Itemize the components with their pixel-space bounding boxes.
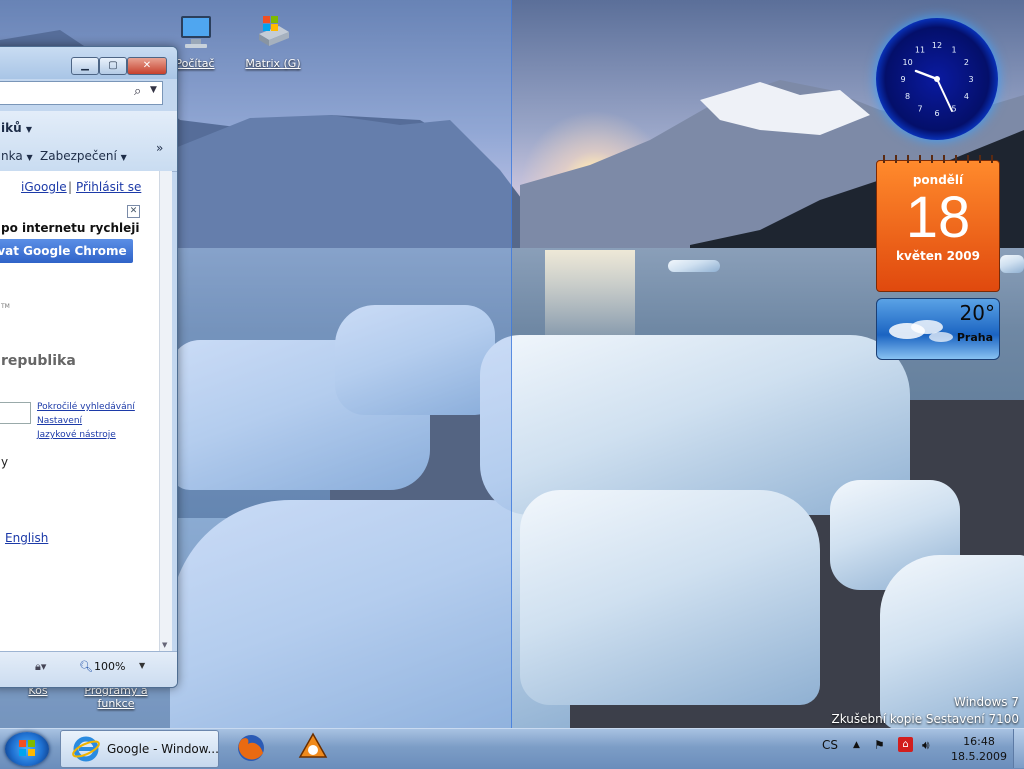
- security-menu[interactable]: Zabezpečení ▼: [40, 149, 127, 163]
- zoom-level[interactable]: 100%: [94, 660, 125, 673]
- language-indicator[interactable]: CS: [822, 738, 838, 752]
- calendar-gadget[interactable]: pondělí 18 květen 2009: [876, 155, 1000, 292]
- clock-numeral: 5: [951, 104, 956, 113]
- chevron-down-icon[interactable]: ▼: [150, 85, 157, 95]
- vertical-scrollbar[interactable]: ▼: [159, 171, 172, 651]
- start-button[interactable]: [5, 732, 49, 766]
- link-separator: |: [68, 180, 73, 194]
- minimize-icon: ▁: [81, 60, 89, 71]
- trademark-mark: TM: [1, 303, 10, 310]
- clock-numeral: 2: [964, 58, 969, 67]
- chevron-down-icon: ▼: [25, 125, 32, 134]
- window-titlebar[interactable]: ▁ ▢ ✕: [0, 47, 177, 79]
- clock-numeral: 8: [905, 92, 910, 101]
- desktop-icon-matrix-drive[interactable]: Matrix (G): [238, 12, 308, 70]
- search-box[interactable]: ⌕ ▼: [0, 81, 163, 105]
- watermark-build: Zkušební kopie Sestavení 7100: [831, 712, 1019, 726]
- maximize-button[interactable]: ▢: [99, 57, 127, 75]
- action-center-flag-icon[interactable]: ⚑: [874, 738, 885, 752]
- partial-text: y: [1, 455, 9, 469]
- google-region-label: republika: [1, 353, 76, 369]
- minimize-button[interactable]: ▁: [71, 57, 99, 75]
- clock-numeral: 10: [903, 58, 913, 67]
- weather-gadget[interactable]: 20° Praha: [876, 298, 1000, 360]
- antivirus-tray-icon[interactable]: ⌂: [898, 737, 913, 752]
- toolbar-overflow-button[interactable]: »: [156, 141, 163, 155]
- taskbar-clock[interactable]: 16:48 18.5.2009: [950, 734, 1008, 764]
- zoom-icon: 🔍︎: [79, 660, 93, 673]
- taskbar-task-firefox[interactable]: [224, 730, 278, 766]
- scroll-down-icon[interactable]: ▼: [162, 641, 167, 649]
- taskbar-task-internet-explorer[interactable]: Google - Window...: [60, 730, 219, 768]
- language-tools-link[interactable]: Jazykové nástroje: [37, 430, 116, 440]
- windows-logo-icon: [19, 740, 35, 756]
- taskbar-date: 18.5.2009: [951, 750, 1007, 763]
- clock-numeral: 1: [951, 46, 956, 55]
- clock-numeral: 11: [915, 46, 925, 55]
- english-link[interactable]: English: [5, 531, 48, 545]
- volume-icon[interactable]: 🔊︎: [922, 738, 930, 753]
- search-icon[interactable]: ⌕: [134, 84, 141, 99]
- promo-text: po internetu rychleji: [1, 221, 140, 235]
- command-bar: iků ▼ nka ▼ Zabezpečení ▼ »: [0, 111, 177, 172]
- close-promo-icon[interactable]: ✕: [127, 205, 140, 218]
- settings-link[interactable]: Nastavení: [37, 416, 82, 426]
- windows-build-watermark: Windows 7 Zkušební kopie Sestavení 7100: [831, 694, 1019, 728]
- signin-link[interactable]: Přihlásit se: [76, 180, 141, 194]
- clock-gadget[interactable]: 12 1 2 3 4 5 6 7 8 9 10 11: [876, 18, 998, 140]
- chrome-download-button[interactable]: vat Google Chrome: [0, 239, 133, 263]
- page-menu[interactable]: nka ▼: [1, 149, 33, 163]
- firefox-icon: [238, 735, 264, 761]
- favorites-menu[interactable]: iků ▼: [1, 121, 32, 135]
- taskbar-task-reason[interactable]: [286, 730, 340, 766]
- calendar-day-number: 18: [905, 185, 971, 250]
- browser-window[interactable]: ▁ ▢ ✕ ⌕ ▼ iků ▼ nka ▼ Zabezpečení ▼ » iG…: [0, 46, 178, 688]
- task-label: Google - Window...: [107, 742, 219, 756]
- close-icon: ✕: [142, 60, 152, 71]
- internet-explorer-icon: [72, 736, 100, 762]
- status-bar: 🔒︎▾ 🔍︎ 100% ▼: [0, 651, 177, 687]
- close-button[interactable]: ✕: [127, 57, 167, 75]
- ice-block: [668, 260, 720, 272]
- igoogle-link[interactable]: iGoogle: [21, 180, 67, 194]
- web-page: iGoogle | Přihlásit se ✕ po internetu ry…: [0, 171, 159, 651]
- maximize-icon: ▢: [108, 60, 118, 71]
- clock-numeral: 3: [968, 75, 973, 84]
- weather-temperature: 20°: [959, 301, 995, 325]
- weather-city: Praha: [956, 331, 993, 344]
- clock-face: 12 12 3 45 6 789 1011: [900, 41, 973, 118]
- network-drive-icon: [259, 16, 289, 46]
- chevron-down-icon: ▼: [26, 153, 33, 162]
- watermark-os: Windows 7: [953, 695, 1019, 709]
- clock-numeral: 12: [932, 41, 942, 50]
- protected-mode-icon[interactable]: 🔒︎▾: [35, 660, 46, 674]
- clock-numeral: 9: [900, 75, 905, 84]
- ice-block: [520, 490, 820, 705]
- clock-numeral: 6: [934, 109, 939, 118]
- show-desktop-button[interactable]: [1013, 729, 1024, 768]
- ice-block: [1000, 255, 1024, 273]
- computer-icon: [181, 16, 211, 48]
- clock-numeral: 4: [964, 92, 969, 101]
- google-search-input[interactable]: [0, 402, 31, 424]
- chevron-down-icon[interactable]: ▼: [139, 661, 145, 670]
- advanced-search-link[interactable]: Pokročilé vyhledávání: [37, 402, 135, 412]
- calendar-month-year: květen 2009: [896, 249, 980, 263]
- reason-app-icon: [298, 732, 328, 758]
- calendar-rings: [877, 155, 999, 163]
- clock-numeral: 7: [917, 104, 922, 113]
- cloud-icon: [889, 320, 953, 342]
- show-hidden-icons-button[interactable]: ▲: [853, 740, 860, 750]
- taskbar-time: 16:48: [963, 735, 995, 748]
- chevron-down-icon: ▼: [120, 153, 127, 162]
